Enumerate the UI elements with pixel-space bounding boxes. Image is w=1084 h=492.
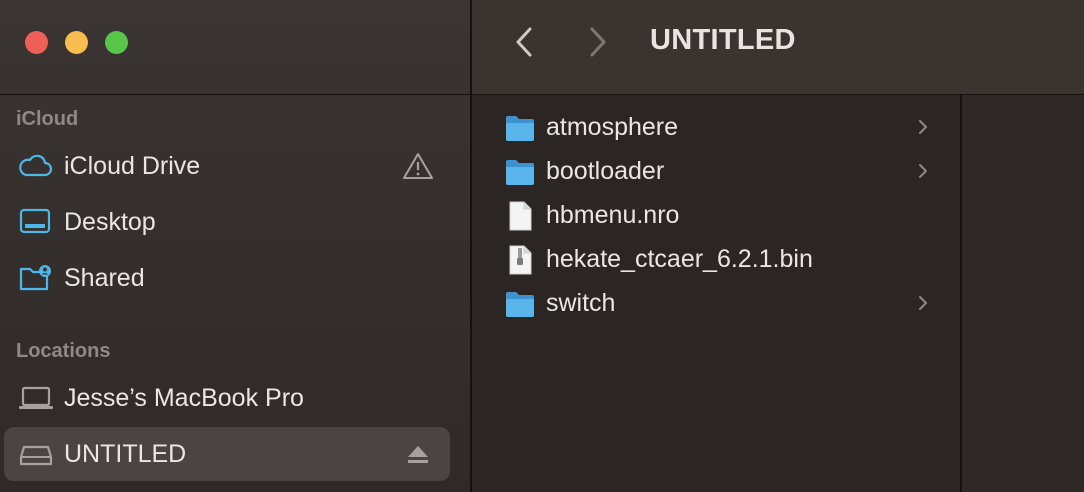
- drive-icon: [18, 439, 54, 469]
- close-button[interactable]: [25, 31, 48, 54]
- zoom-button[interactable]: [105, 31, 128, 54]
- sidebar-border: [0, 94, 470, 95]
- eject-icon[interactable]: [402, 440, 434, 468]
- sidebar-item-label: Desktop: [64, 208, 156, 236]
- file-column: atmosphere bootloader hbmenu.nro hekate_…: [472, 95, 960, 492]
- document-icon: [505, 201, 535, 231]
- laptop-icon: [18, 383, 54, 413]
- folder-icon: [505, 113, 535, 143]
- warning-icon: [402, 152, 434, 180]
- sidebar-item-label: UNTITLED: [64, 440, 187, 468]
- file-name: bootloader: [546, 157, 665, 185]
- file-row-hekate[interactable]: hekate_ctcaer_6.2.1.bin: [472, 237, 960, 281]
- cloud-icon: [18, 151, 54, 181]
- folder-icon: [505, 289, 535, 319]
- file-name: hbmenu.nro: [546, 201, 680, 229]
- sidebar-item-icloud-drive[interactable]: iCloud Drive: [4, 139, 450, 193]
- window-title: UNTITLED: [650, 24, 796, 56]
- minimize-button[interactable]: [65, 31, 88, 54]
- file-name: atmosphere: [546, 113, 679, 141]
- back-button[interactable]: [510, 24, 540, 60]
- file-name: switch: [546, 289, 616, 317]
- sidebar-item-untitled[interactable]: UNTITLED: [4, 427, 450, 481]
- section-header-locations: Locations: [16, 340, 111, 362]
- section-header-icloud: iCloud: [16, 108, 79, 130]
- chevron-right-icon: [916, 161, 930, 181]
- file-row-switch[interactable]: switch: [472, 281, 960, 325]
- sidebar-item-desktop[interactable]: Desktop: [4, 195, 450, 249]
- desktop-icon: [18, 207, 54, 237]
- shared-folder-icon: [18, 263, 54, 293]
- sidebar-item-label: iCloud Drive: [64, 152, 201, 180]
- chevron-right-icon: [916, 117, 930, 137]
- file-row-hbmenu[interactable]: hbmenu.nro: [472, 193, 960, 237]
- sidebar-item-shared[interactable]: Shared: [4, 251, 450, 305]
- file-row-bootloader[interactable]: bootloader: [472, 149, 960, 193]
- forward-button[interactable]: [582, 24, 612, 60]
- empty-column: [962, 95, 1084, 492]
- chevron-right-icon: [916, 293, 930, 313]
- folder-icon: [505, 157, 535, 187]
- file-row-atmosphere[interactable]: atmosphere: [472, 105, 960, 149]
- sidebar-item-label: Jesse’s MacBook Pro: [64, 384, 304, 412]
- sidebar-item-macbook[interactable]: Jesse’s MacBook Pro: [4, 371, 450, 425]
- file-name: hekate_ctcaer_6.2.1.bin: [546, 245, 813, 273]
- sidebar-item-label: Shared: [64, 264, 145, 292]
- binary-file-icon: [505, 245, 535, 275]
